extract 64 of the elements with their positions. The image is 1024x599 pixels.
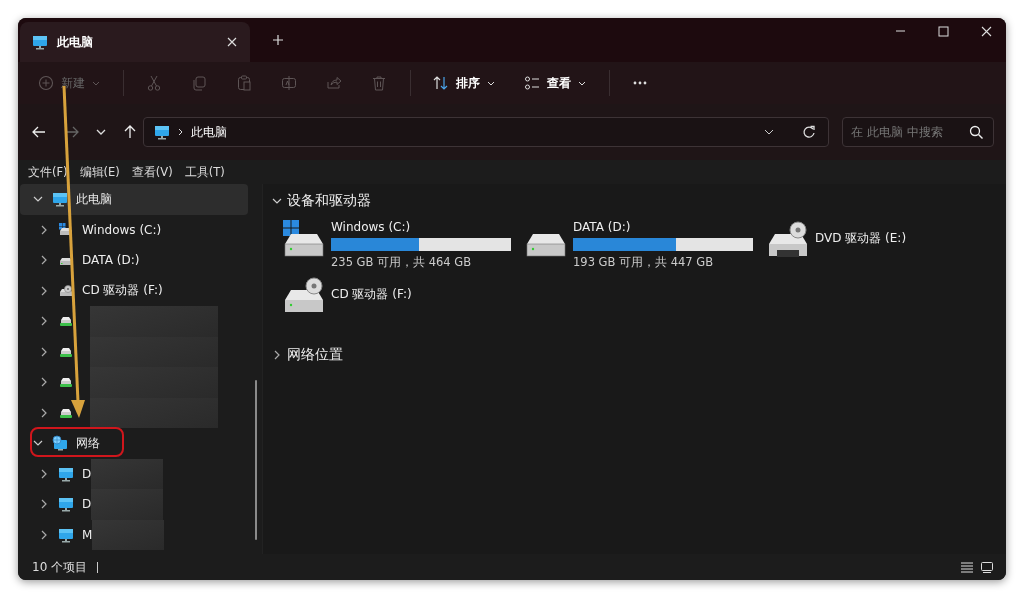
tree-item[interactable]: D	[20, 489, 248, 520]
view-button[interactable]: 查看	[516, 67, 594, 99]
tab[interactable]: 此电脑	[20, 22, 250, 62]
drive-icon	[525, 233, 567, 257]
tree-item[interactable]: 此电脑	[20, 184, 248, 215]
rename-icon	[281, 75, 297, 91]
menu-item[interactable]: 编辑(E)	[79, 164, 120, 180]
trash-icon	[371, 75, 387, 91]
forward-icon	[65, 125, 79, 139]
cd-drive-icon	[283, 276, 325, 314]
back-icon	[32, 125, 46, 139]
plus-circle-icon	[38, 75, 54, 91]
tiles-view-icon	[980, 560, 994, 574]
address-bar[interactable]: 此电脑	[143, 117, 829, 147]
view-icon	[524, 75, 540, 91]
caret-icon	[578, 80, 586, 86]
tree-item[interactable]: D	[20, 458, 248, 489]
close-icon	[981, 26, 992, 37]
cd-drive-icon	[58, 282, 74, 299]
monitor-icon	[154, 124, 170, 140]
dvd-drive-icon	[767, 220, 809, 258]
drive-name[interactable]: CD 驱动器 (F:)	[331, 286, 412, 303]
tree-item[interactable]: Windows (C:)	[20, 214, 248, 245]
drive-name[interactable]: DATA (D:)	[573, 220, 753, 234]
search-input[interactable]: 在 此电脑 中搜索	[851, 125, 969, 139]
monitor-icon	[32, 34, 48, 50]
plus-icon	[272, 34, 284, 46]
caret-icon	[92, 80, 100, 86]
section-header[interactable]: 网络位置	[287, 346, 343, 364]
share-icon	[326, 75, 342, 91]
refresh-icon	[802, 125, 816, 139]
scissors-icon	[146, 75, 162, 91]
drive-space: 235 GB 可用，共 464 GB	[331, 255, 473, 270]
drive-name[interactable]: Windows (C:)	[331, 220, 511, 234]
drive-name[interactable]: DVD 驱动器 (E:)	[815, 230, 907, 247]
caret-icon	[487, 80, 495, 86]
tree-item[interactable]: DATA (D:)	[20, 245, 248, 276]
sort-icon	[433, 75, 449, 91]
monitor-icon	[58, 496, 74, 513]
breadcrumb[interactable]: 此电脑	[191, 123, 227, 141]
search-icon	[969, 125, 983, 139]
menu-item[interactable]: 查看(V)	[131, 164, 173, 180]
search-box[interactable]: 在 此电脑 中搜索	[842, 117, 994, 147]
monitor-icon	[52, 191, 68, 208]
section-header[interactable]: 设备和驱动器	[287, 192, 371, 210]
chevron-right-icon	[178, 128, 183, 136]
drive-icon	[283, 220, 325, 258]
network-icon	[52, 435, 68, 452]
drive-space: 193 GB 可用，共 447 GB	[573, 255, 715, 270]
close-icon	[226, 36, 238, 48]
monitor-icon	[58, 526, 74, 543]
tree-item[interactable]: CD 驱动器 (F:)	[20, 275, 248, 306]
sort-button[interactable]: 排序	[425, 67, 503, 99]
details-view-icon	[960, 560, 974, 574]
menu-item[interactable]: 工具(T)	[184, 164, 225, 180]
copy-icon	[191, 75, 207, 91]
chevron-down-icon	[764, 129, 774, 135]
clipboard-icon	[236, 75, 252, 91]
up-icon	[123, 125, 137, 139]
tree-item[interactable]: M	[20, 519, 248, 550]
monitor-icon	[58, 465, 74, 482]
maximize-icon	[938, 26, 949, 37]
tree-item[interactable]: 网络	[20, 428, 248, 459]
item-count: 10 个项目	[32, 558, 88, 576]
